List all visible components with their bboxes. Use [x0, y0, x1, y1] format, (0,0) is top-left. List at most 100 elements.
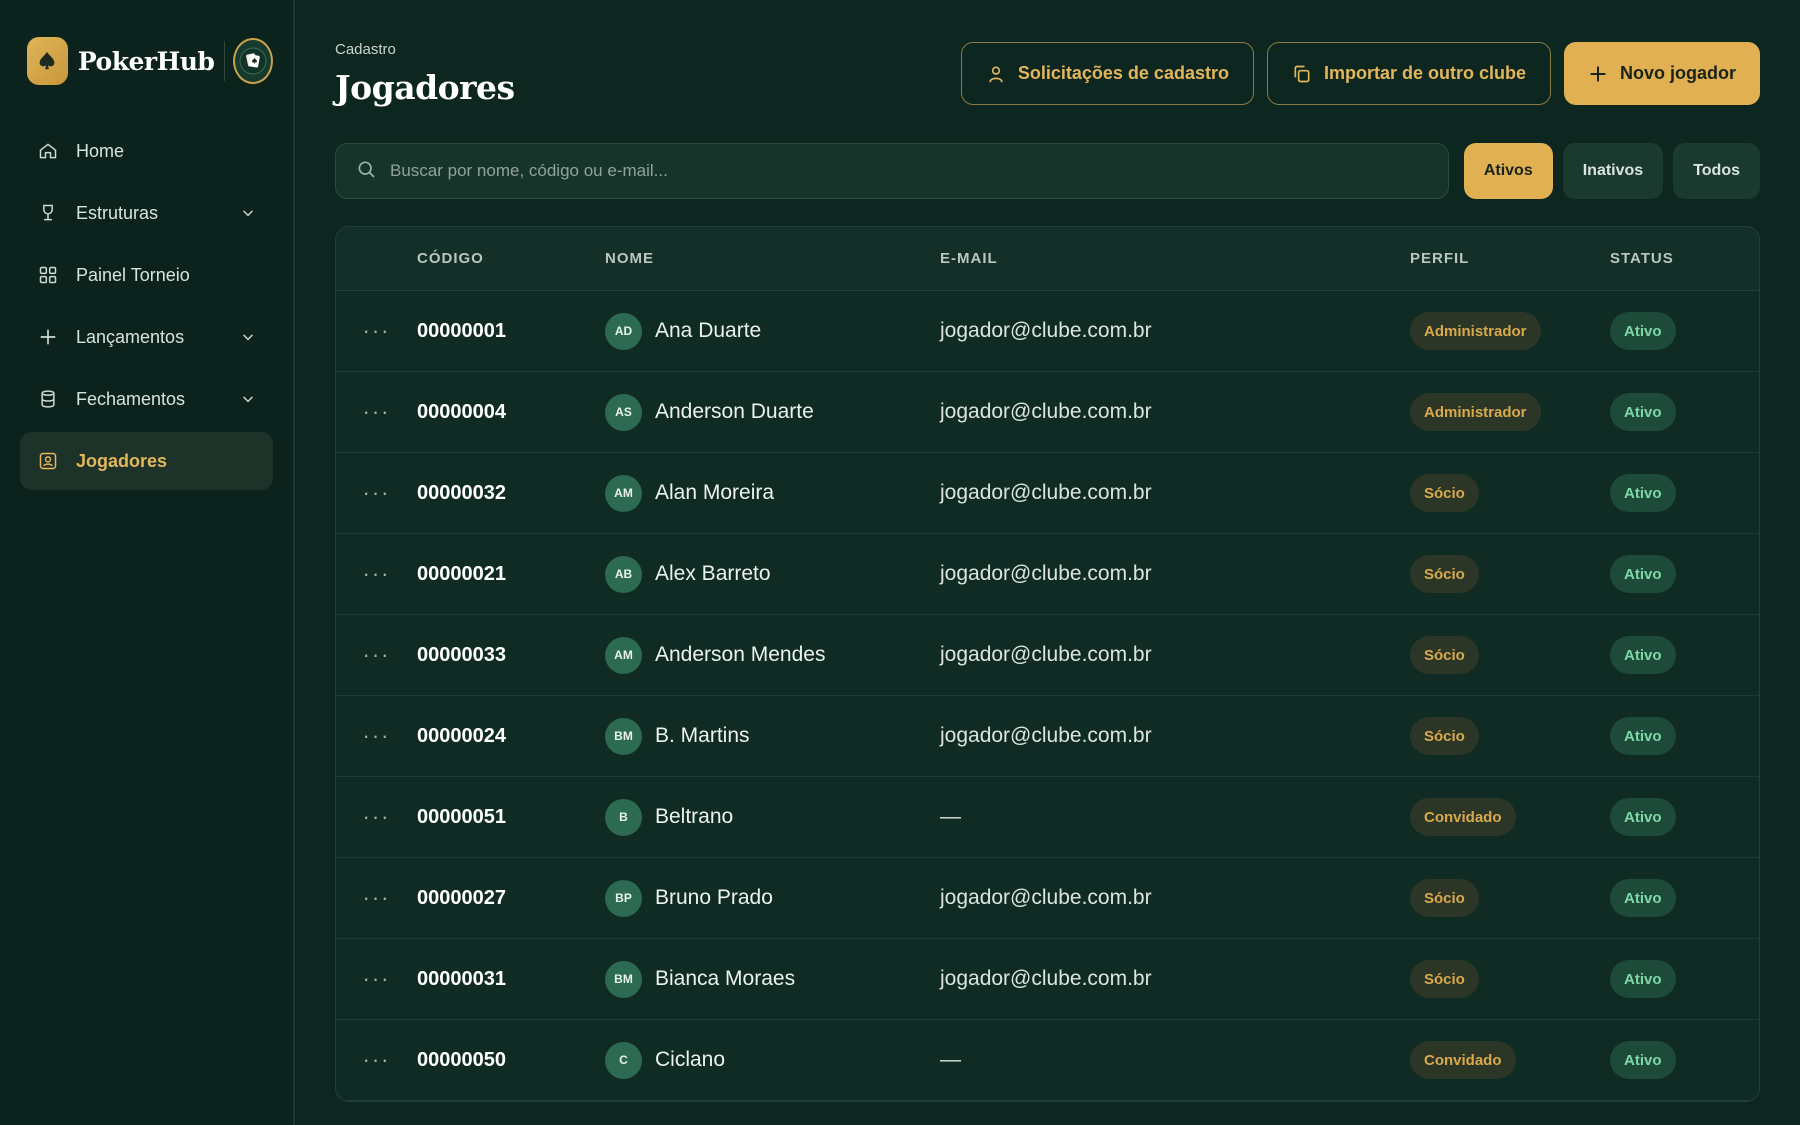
- sidebar-item-estruturas[interactable]: Estruturas: [20, 184, 273, 242]
- email-cell: —: [940, 805, 1410, 829]
- player-code: 00000027: [417, 886, 506, 909]
- player-name[interactable]: Alan Moreira: [655, 481, 774, 505]
- table-row[interactable]: ··· 00000004 AS Anderson Duarte jogador@club…: [336, 372, 1759, 453]
- more-options-icon[interactable]: ···: [363, 644, 391, 666]
- spade-logo-icon[interactable]: [27, 37, 68, 85]
- table-row[interactable]: ··· 00000051 B Beltrano — Convidado Ativo: [336, 777, 1759, 858]
- more-options-icon[interactable]: ···: [363, 887, 391, 909]
- email-cell: jogador@clube.com.br: [940, 481, 1410, 505]
- search-box: [335, 143, 1449, 199]
- brand-divider: [224, 41, 226, 81]
- column-header-perfil[interactable]: PERFIL: [1410, 250, 1610, 267]
- sidebar-item-home[interactable]: Home: [20, 122, 273, 180]
- name-cell: B Beltrano: [605, 798, 940, 836]
- row-actions-cell: ···: [336, 806, 417, 828]
- avatar: C: [605, 1041, 642, 1079]
- column-header-email[interactable]: E-MAIL: [940, 250, 1410, 267]
- avatar: AM: [605, 636, 642, 674]
- player-code: 00000050: [417, 1048, 506, 1071]
- player-email: jogador@clube.com.br: [940, 643, 1152, 666]
- page-header: Cadastro Jogadores Solicitações de cadas…: [335, 0, 1760, 140]
- filter-inativos[interactable]: Inativos: [1562, 143, 1664, 199]
- player-name[interactable]: Bruno Prado: [655, 886, 773, 910]
- name-cell: C Ciclano: [605, 1041, 940, 1079]
- sidebar-item-jogadores[interactable]: Jogadores: [20, 432, 273, 490]
- more-options-icon[interactable]: ···: [363, 401, 391, 423]
- player-name[interactable]: Alex Barreto: [655, 562, 771, 586]
- sidebar-nav: Home Estruturas Painel Torneio Lançament…: [20, 122, 273, 490]
- name-cell: BM Bianca Moraes: [605, 960, 940, 998]
- table-header: CÓDIGO NOME E-MAIL PERFIL STATUS: [336, 227, 1759, 291]
- sidebar-item-lancamentos[interactable]: Lançamentos: [20, 308, 273, 366]
- table-row[interactable]: ··· 00000050 C Ciclano — Convidado Ativo: [336, 1020, 1759, 1101]
- table-row[interactable]: ··· 00000024 BM B. Martins jogador@clube.com…: [336, 696, 1759, 777]
- more-options-icon[interactable]: ···: [363, 320, 391, 342]
- code-cell: 00000051: [417, 806, 605, 829]
- name-cell: AM Alan Moreira: [605, 474, 940, 512]
- table-row[interactable]: ··· 00000031 BM Bianca Moraes jogador@clube.…: [336, 939, 1759, 1020]
- new-player-button[interactable]: Novo jogador: [1564, 42, 1760, 105]
- column-header-status[interactable]: STATUS: [1610, 250, 1759, 267]
- table-row[interactable]: ··· 00000001 AD Ana Duarte jogador@clube.com…: [336, 291, 1759, 372]
- table-row[interactable]: ··· 00000033 AM Anderson Mendes jogador@club…: [336, 615, 1759, 696]
- status-badge: Ativo: [1610, 879, 1676, 917]
- import-from-club-button[interactable]: Importar de outro clube: [1266, 42, 1551, 105]
- player-email: —: [940, 805, 961, 828]
- player-card-icon: [38, 451, 58, 471]
- club-badge-icon[interactable]: [233, 38, 274, 84]
- search-icon: [356, 159, 376, 184]
- filter-ativos[interactable]: Ativos: [1463, 143, 1553, 199]
- status-cell: Ativo: [1610, 393, 1759, 431]
- sidebar-item-painel-torneio[interactable]: Painel Torneio: [20, 246, 273, 304]
- sidebar: PokerHub Home Estruturas Painel Torneio …: [0, 0, 295, 1125]
- player-name[interactable]: Ana Duarte: [655, 319, 761, 343]
- sidebar-item-fechamentos[interactable]: Fechamentos: [20, 370, 273, 428]
- player-name[interactable]: Bianca Moraes: [655, 967, 795, 991]
- avatar: BP: [605, 879, 642, 917]
- player-email: jogador@clube.com.br: [940, 481, 1152, 504]
- sidebar-item-label: Painel Torneio: [76, 264, 190, 285]
- row-actions-cell: ···: [336, 401, 417, 423]
- table-row[interactable]: ··· 00000032 AM Alan Moreira jogador@clube.c…: [336, 453, 1759, 534]
- row-actions-cell: ···: [336, 320, 417, 342]
- code-cell: 00000032: [417, 482, 605, 505]
- column-header-code[interactable]: CÓDIGO: [417, 250, 605, 267]
- email-cell: jogador@clube.com.br: [940, 319, 1410, 343]
- status-badge: Ativo: [1610, 717, 1676, 755]
- avatar: AM: [605, 474, 642, 512]
- more-options-icon[interactable]: ···: [363, 806, 391, 828]
- status-cell: Ativo: [1610, 474, 1759, 512]
- breadcrumb[interactable]: Cadastro: [335, 41, 396, 58]
- sidebar-item-label: Lançamentos: [76, 326, 185, 347]
- chevron-down-icon[interactable]: [241, 392, 255, 406]
- player-name[interactable]: Anderson Duarte: [655, 400, 814, 424]
- search-input[interactable]: [390, 161, 1428, 181]
- player-code: 00000024: [417, 724, 506, 747]
- perfil-cell: Sócio: [1410, 960, 1610, 998]
- perfil-cell: Sócio: [1410, 474, 1610, 512]
- grid-icon: [38, 265, 58, 285]
- email-cell: jogador@clube.com.br: [940, 724, 1410, 748]
- table-row[interactable]: ··· 00000021 AB Alex Barreto jogador@clube.c…: [336, 534, 1759, 615]
- registration-requests-button[interactable]: Solicitações de cadastro: [960, 42, 1254, 105]
- player-name[interactable]: B. Martins: [655, 724, 750, 748]
- more-options-icon[interactable]: ···: [363, 482, 391, 504]
- chevron-down-icon[interactable]: [241, 330, 255, 344]
- player-code: 00000004: [417, 400, 506, 423]
- perfil-badge: Convidado: [1410, 798, 1516, 836]
- table-row[interactable]: ··· 00000027 BP Bruno Prado jogador@clube.co…: [336, 858, 1759, 939]
- column-header-name[interactable]: NOME: [605, 250, 940, 267]
- more-options-icon[interactable]: ···: [363, 1049, 391, 1071]
- more-options-icon[interactable]: ···: [363, 968, 391, 990]
- player-name[interactable]: Anderson Mendes: [655, 643, 825, 667]
- player-email: jogador@clube.com.br: [940, 967, 1152, 990]
- player-code: 00000033: [417, 643, 506, 666]
- chevron-down-icon[interactable]: [241, 206, 255, 220]
- more-options-icon[interactable]: ···: [363, 725, 391, 747]
- sidebar-item-label: Jogadores: [76, 450, 168, 471]
- header-actions: Solicitações de cadastro Importar de out…: [960, 42, 1760, 105]
- filter-todos[interactable]: Todos: [1673, 143, 1760, 199]
- more-options-icon[interactable]: ···: [363, 563, 391, 585]
- player-name[interactable]: Beltrano: [655, 805, 733, 829]
- player-name[interactable]: Ciclano: [655, 1048, 725, 1072]
